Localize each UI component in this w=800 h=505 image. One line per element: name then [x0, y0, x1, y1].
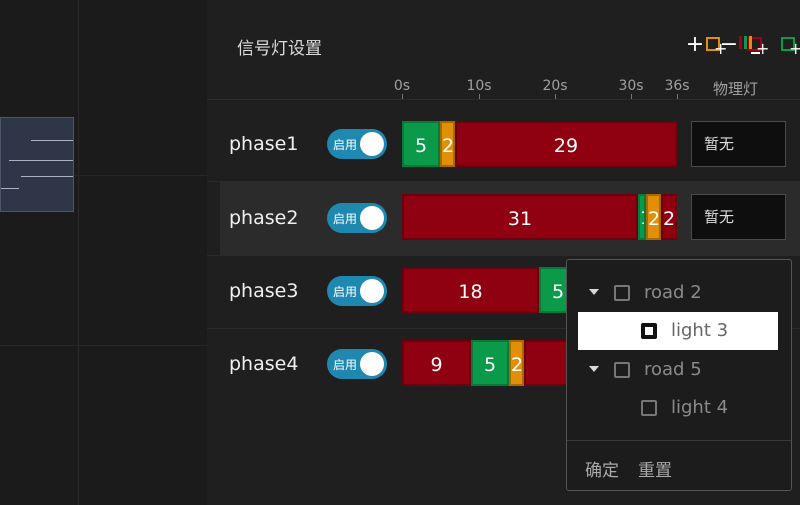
divider [207, 99, 800, 100]
map-grid-line [0, 345, 207, 346]
caret-down-icon[interactable] [589, 289, 599, 295]
red-segment[interactable]: 29 [455, 121, 677, 167]
tick-label: 36s [664, 78, 690, 94]
phase-name: phase1 [229, 133, 299, 155]
signal-bars-button[interactable] [737, 33, 760, 59]
time-axis: 0s 10s 20s 30s 36s [394, 70, 702, 100]
phase-row-selected[interactable]: phase2 启用 31 1 2 2 暂无 [220, 182, 800, 255]
tree-node-road-2[interactable]: road 2 [567, 274, 791, 312]
tree-node-light-4[interactable]: light 4 [567, 389, 791, 427]
red-segment[interactable]: 31 [402, 194, 638, 240]
physical-light-select[interactable]: 暂无 [691, 121, 786, 167]
map-area[interactable] [0, 0, 207, 505]
toggle-label: 启用 [333, 138, 358, 152]
phase-name: phase2 [229, 207, 299, 229]
checkbox[interactable] [614, 285, 630, 301]
toggle-knob [360, 352, 384, 376]
add-phase-button[interactable]: + [684, 33, 706, 59]
add-yellow-segment-button[interactable]: + [704, 33, 728, 59]
tick-label: 30s [618, 78, 644, 94]
toolbar: + − + + [560, 0, 800, 70]
add-green-segment-button[interactable]: + [779, 33, 800, 59]
map-road-line [31, 140, 73, 141]
enable-toggle[interactable]: 启用 [327, 276, 387, 306]
enable-toggle[interactable]: 启用 [327, 349, 387, 379]
red-segment[interactable]: 18 [402, 267, 539, 313]
physical-light-popup: road 2 light 3 road 5 light 4 确定 重置 [566, 259, 792, 491]
yellow-segment[interactable]: 2 [509, 340, 524, 386]
tree-node-label: road 5 [644, 359, 702, 380]
checkbox-checked[interactable] [641, 323, 657, 339]
divider [567, 440, 791, 441]
phase-row[interactable]: phase1 启用 5 2 29 暂无 [207, 108, 800, 181]
plus-icon: + [685, 32, 705, 57]
phase-name: phase4 [229, 353, 299, 375]
caret-down-icon[interactable] [589, 366, 599, 372]
confirm-button[interactable]: 确定 [585, 456, 619, 481]
tick-label: 20s [542, 78, 568, 94]
tree-node-label: light 4 [671, 397, 729, 418]
physical-light-select[interactable]: 暂无 [691, 194, 786, 240]
toggle-knob [360, 206, 384, 230]
green-segment[interactable]: 1 [638, 194, 646, 240]
checkbox[interactable] [614, 362, 630, 378]
signal-bars-icon [739, 36, 760, 54]
phase-name: phase3 [229, 280, 299, 302]
yellow-segment[interactable]: 2 [440, 121, 455, 167]
red-segment[interactable]: 9 [402, 340, 471, 386]
physical-light-header: 物理灯 [713, 80, 759, 98]
map-grid-line [78, 0, 79, 505]
toggle-knob [360, 279, 384, 303]
toggle-knob [360, 132, 384, 156]
enable-toggle[interactable]: 启用 [327, 129, 387, 159]
toggle-label: 启用 [333, 212, 358, 226]
tree-node-road-5[interactable]: road 5 [567, 351, 791, 389]
tree-node-light-3[interactable]: light 3 [578, 312, 778, 350]
map-road-line [21, 176, 73, 177]
plus-icon: + [714, 39, 728, 58]
reset-button[interactable]: 重置 [638, 456, 672, 481]
map-road-feature[interactable] [0, 117, 74, 212]
green-segment[interactable]: 5 [402, 121, 440, 167]
tick-label: 0s [393, 78, 411, 94]
toggle-label: 启用 [333, 285, 358, 299]
tick-label: 10s [466, 78, 492, 94]
yellow-segment[interactable]: 2 [646, 194, 661, 240]
map-road-line [9, 160, 73, 161]
green-segment[interactable]: 5 [471, 340, 509, 386]
red-segment[interactable]: 2 [661, 194, 677, 240]
plus-icon: + [789, 39, 800, 58]
enable-toggle[interactable]: 启用 [327, 203, 387, 233]
checkbox[interactable] [641, 400, 657, 416]
tree-node-label: light 3 [671, 320, 729, 341]
tree-node-label: road 2 [644, 282, 702, 303]
panel-title: 信号灯设置 [237, 39, 322, 59]
map-road-line [1, 188, 19, 189]
toggle-label: 启用 [333, 358, 358, 372]
